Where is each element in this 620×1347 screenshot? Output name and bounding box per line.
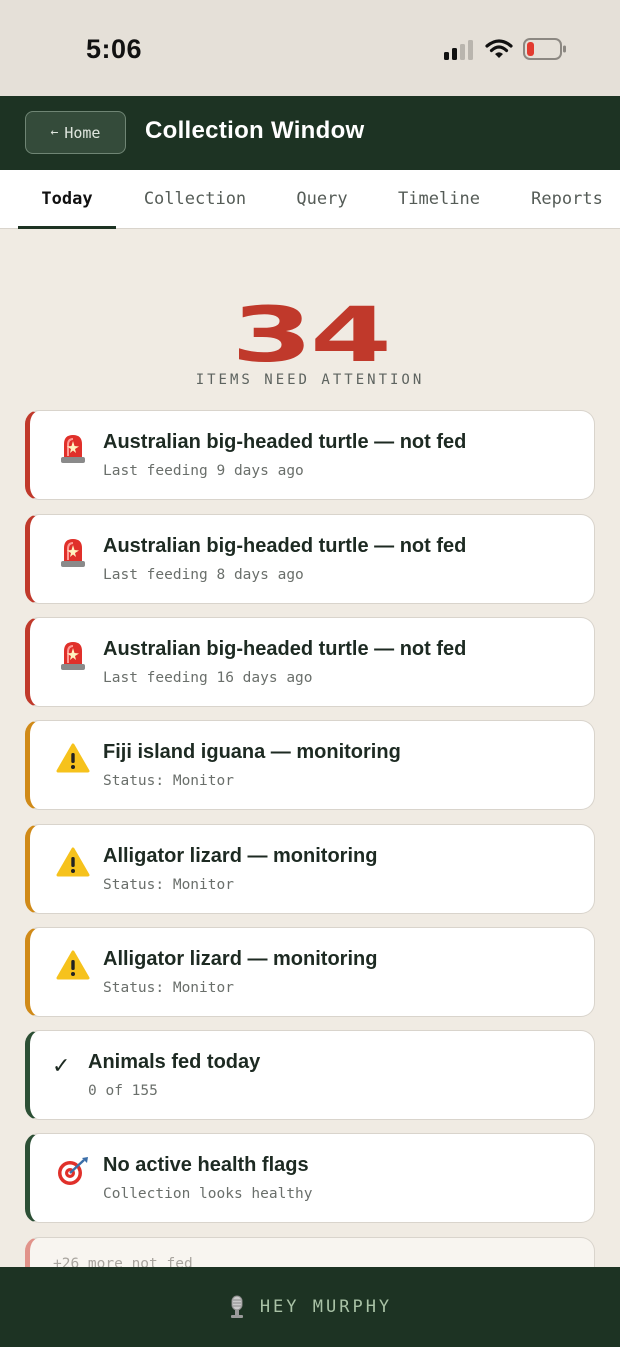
card-title: Fiji island iguana — monitoring (103, 741, 401, 763)
home-button-label: Home (64, 123, 101, 142)
home-button[interactable]: ← Home (25, 111, 126, 154)
status-bar: 5:06 (0, 0, 620, 96)
voice-assistant-bar[interactable]: HEY MURPHY (0, 1267, 620, 1347)
card-subtitle: Status: Monitor (103, 980, 234, 996)
tab-reports[interactable]: Reports (516, 170, 618, 228)
warning-icon (56, 845, 90, 879)
health-flags-card[interactable]: No active health flags Collection looks … (25, 1133, 595, 1223)
cellular-signal-icon (444, 40, 473, 60)
back-arrow-icon: ← (50, 125, 59, 140)
alert-card[interactable]: Australian big-headed turtle — not fed L… (25, 514, 595, 604)
card-title: Australian big-headed turtle — not fed (103, 535, 467, 557)
card-subtitle: Status: Monitor (103, 877, 234, 893)
voice-assistant-label: HEY MURPHY (259, 1297, 393, 1317)
card-title: Animals fed today (88, 1051, 261, 1073)
card-title: Australian big-headed turtle — not fed (103, 638, 467, 660)
siren-icon (56, 535, 90, 569)
siren-icon (56, 638, 90, 672)
card-title: No active health flags (103, 1154, 309, 1176)
fed-summary-card[interactable]: ✓ Animals fed today 0 of 155 (25, 1030, 595, 1120)
wifi-icon (485, 39, 513, 58)
check-icon: ✓ (52, 1053, 71, 1078)
card-subtitle: Collection looks healthy (103, 1186, 313, 1202)
card-subtitle: Last feeding 16 days ago (103, 670, 313, 686)
attention-label: ITEMS NEED ATTENTION (195, 372, 425, 388)
battery-icon (523, 38, 566, 60)
warning-icon (56, 948, 90, 982)
app-header: ← Home Collection Window (0, 96, 620, 170)
alert-card[interactable]: Australian big-headed turtle — not fed L… (25, 617, 595, 707)
tab-today[interactable]: Today (18, 170, 116, 229)
warning-icon (56, 741, 90, 775)
card-subtitle: 0 of 155 (88, 1083, 158, 1099)
microphone-icon (230, 1295, 243, 1318)
target-icon (56, 1154, 90, 1188)
card-title: Alligator lizard — monitoring (103, 948, 378, 970)
tab-timeline[interactable]: Timeline (384, 170, 494, 228)
attention-count: 34 (231, 290, 392, 379)
warning-card[interactable]: Fiji island iguana — monitoring Status: … (25, 720, 595, 810)
card-title: Australian big-headed turtle — not fed (103, 431, 467, 453)
status-time: 5:06 (86, 34, 143, 64)
card-subtitle: Status: Monitor (103, 773, 234, 789)
card-subtitle: Last feeding 8 days ago (103, 567, 304, 583)
card-subtitle: Last feeding 9 days ago (103, 463, 304, 479)
page-title: Collection Window (145, 117, 365, 144)
tab-bar: Today Collection Query Timeline Reports (0, 170, 620, 229)
tab-collection[interactable]: Collection (128, 170, 262, 228)
warning-card[interactable]: Alligator lizard — monitoring Status: Mo… (25, 824, 595, 914)
card-title: Alligator lizard — monitoring (103, 845, 378, 867)
alert-card[interactable]: Australian big-headed turtle — not fed L… (25, 410, 595, 500)
siren-icon (56, 431, 90, 465)
tab-query[interactable]: Query (280, 170, 364, 228)
warning-card[interactable]: Alligator lizard — monitoring Status: Mo… (25, 927, 595, 1017)
